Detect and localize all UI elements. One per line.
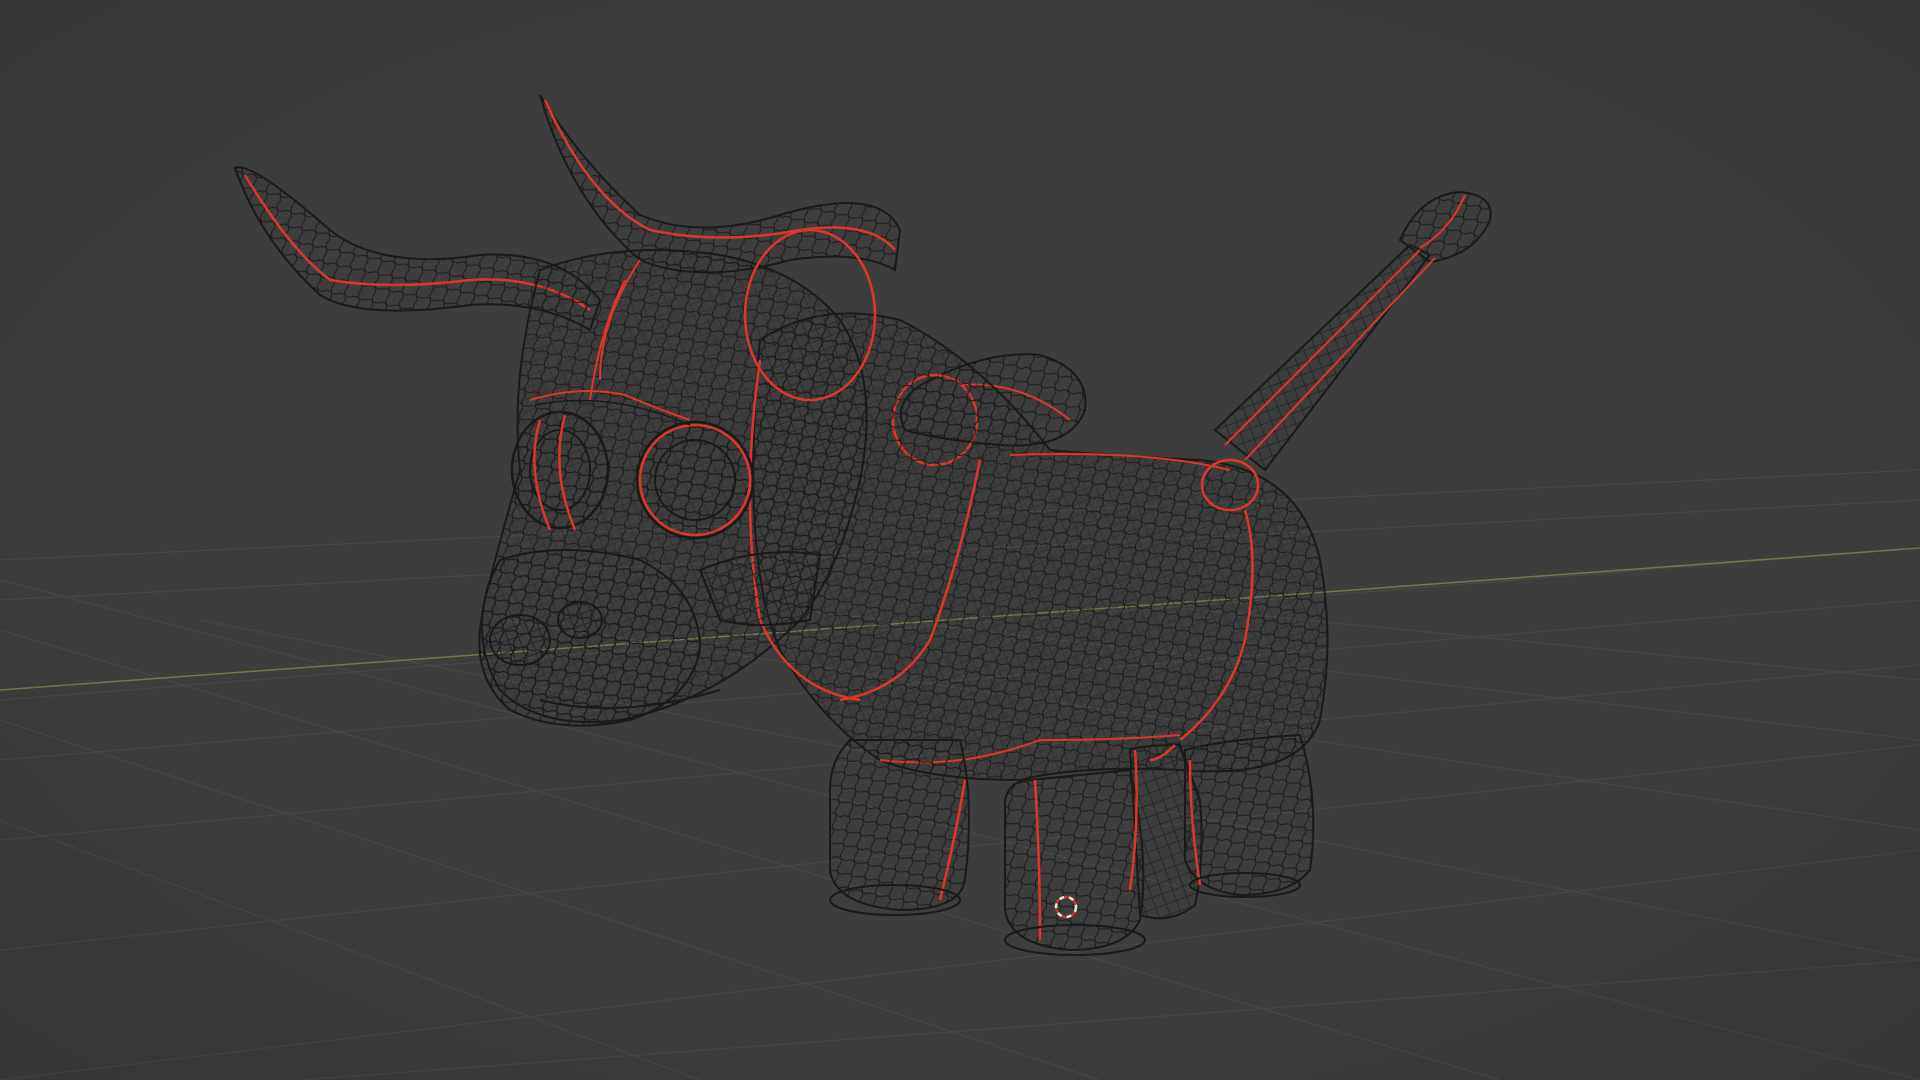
3d-viewport[interactable] — [0, 0, 1920, 1080]
viewport-canvas[interactable] — [0, 0, 1920, 1080]
viewport-vignette — [0, 0, 1920, 1080]
